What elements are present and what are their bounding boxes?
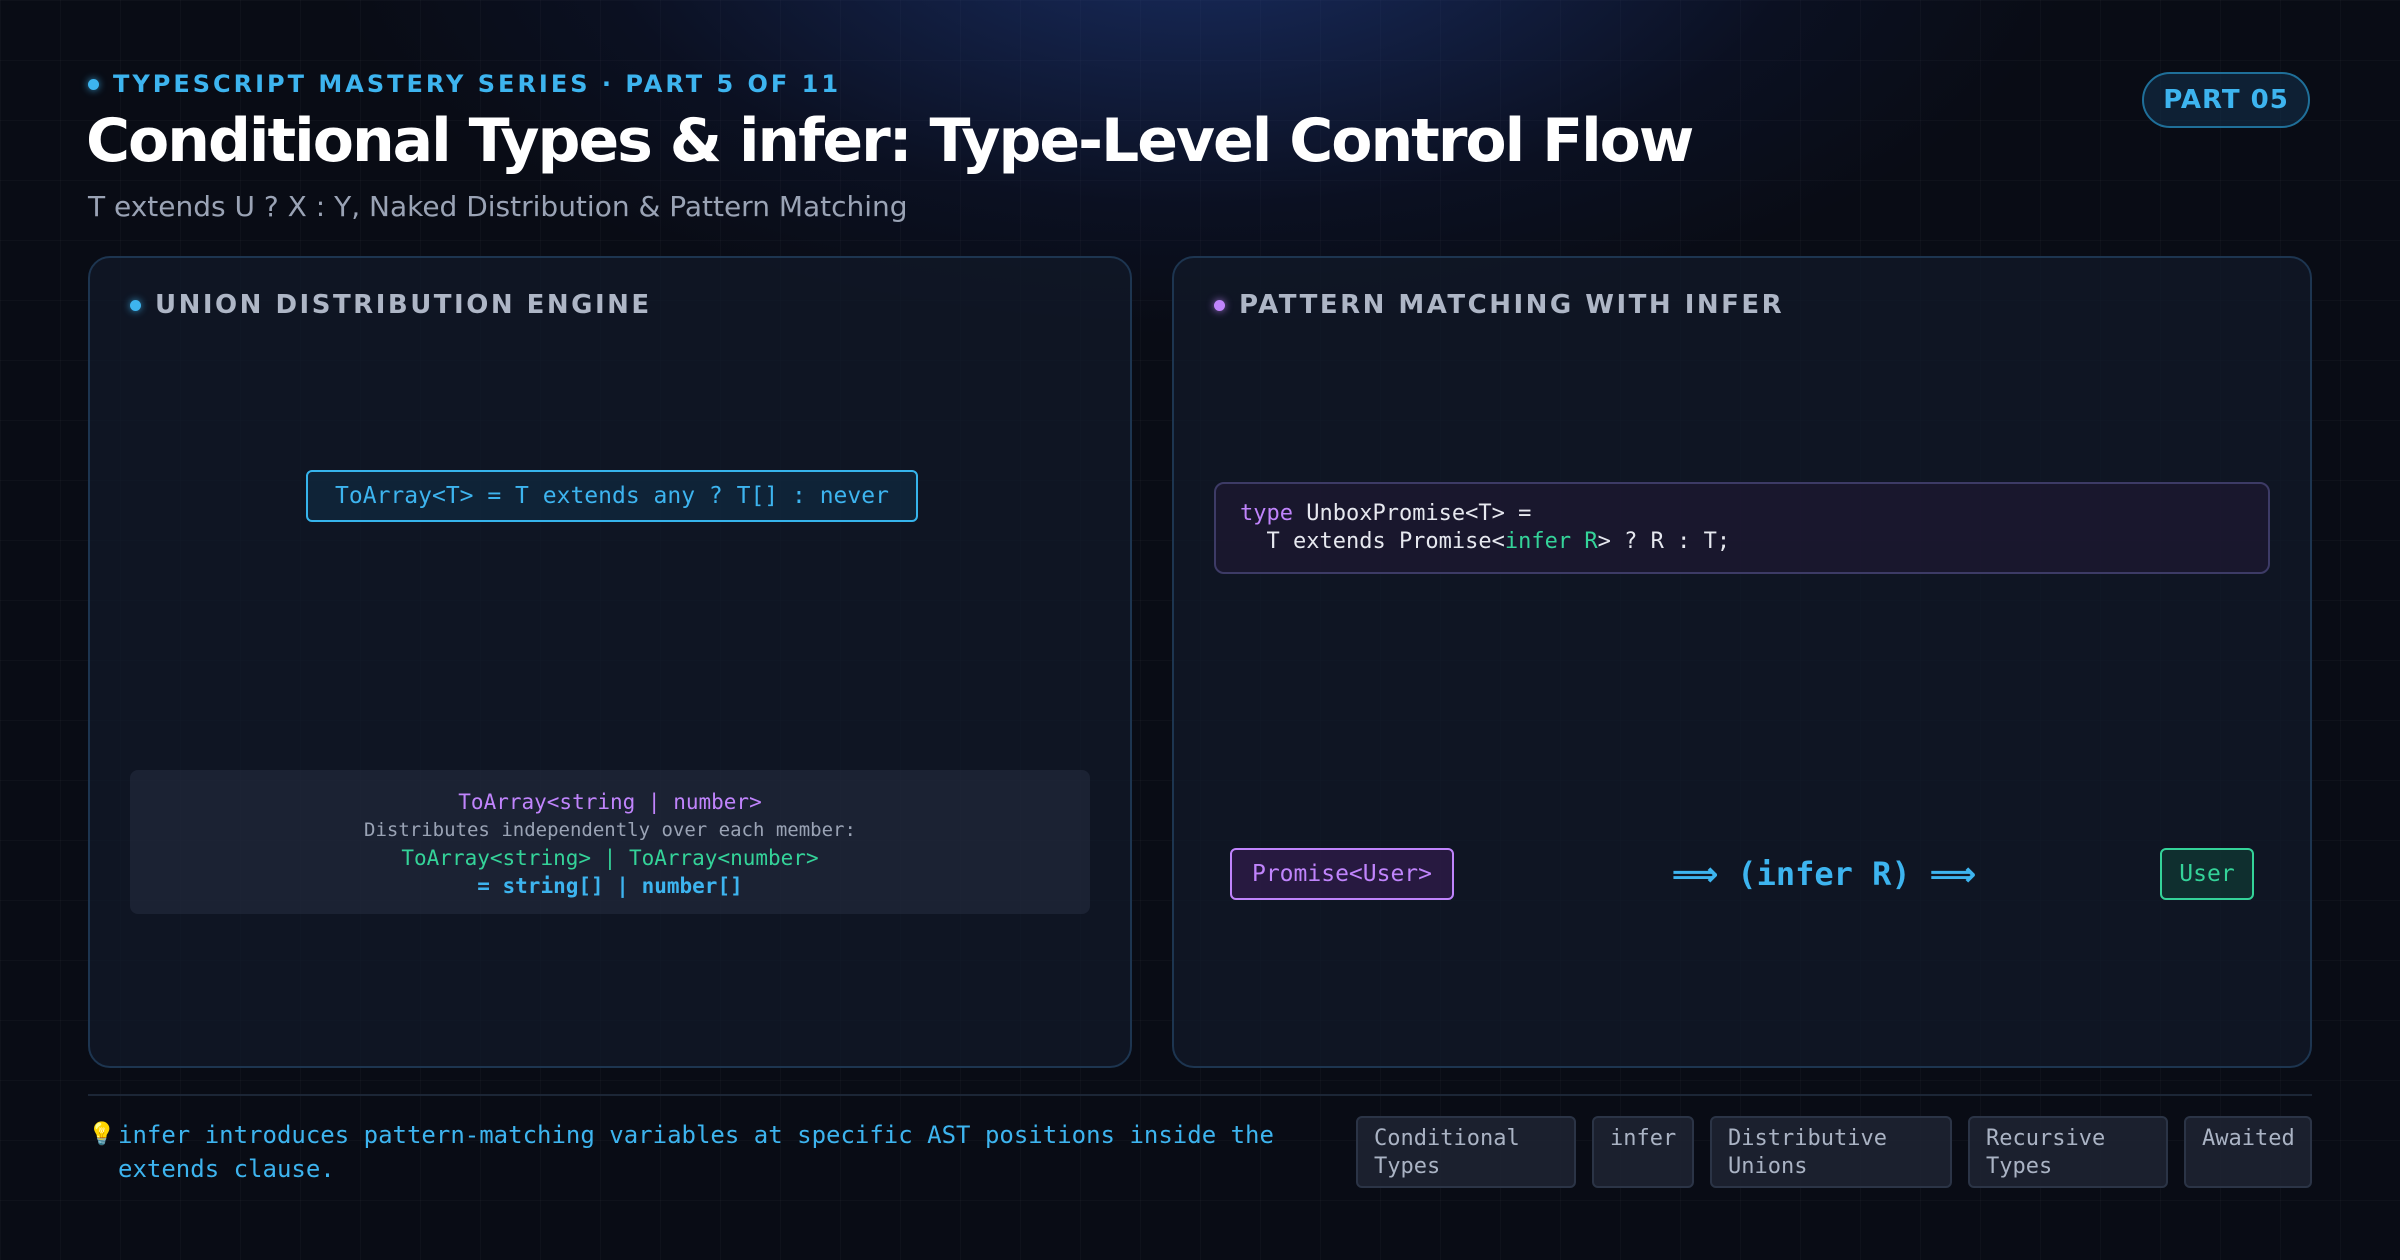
code-infer-keyword: infer R [1504, 529, 1598, 554]
topic-tag: Distributive Unions [1710, 1116, 1952, 1188]
union-distribution-panel: UNION DISTRIBUTION ENGINE ToArray<T> = T… [88, 256, 1132, 1068]
part-badge: PART 05 [2142, 72, 2310, 128]
panel-dot-icon [1214, 299, 1225, 311]
to-array-formula: ToArray<T> = T extends any ? T[] : never [306, 470, 918, 522]
page-title: Conditional Types & infer: Type-Level Co… [86, 106, 1694, 176]
tag-line: Distributive [1728, 1126, 1887, 1151]
tag-line: Types [1374, 1154, 1441, 1179]
panel-title: PATTERN MATCHING WITH INFER [1214, 290, 1784, 320]
series-eyebrow: TYPESCRIPT MASTERY SERIES · PART 5 OF 11 [88, 70, 841, 98]
lightbulb-icon: 💡 [88, 1122, 116, 1147]
panel-title-text: PATTERN MATCHING WITH INFER [1239, 290, 1785, 320]
topic-tag: Awaited [2184, 1116, 2312, 1188]
topic-tag: Conditional Types [1356, 1116, 1576, 1188]
distribution-expansion: ToArray<string> | ToArray<number> [401, 846, 819, 870]
infer-arrow-label: ⟹ (infer R) ⟹ [1672, 855, 1976, 893]
distribution-explanation: ToArray<string | number> Distributes ind… [130, 770, 1090, 914]
footer-tip: 💡 infer introduces pattern-matching vari… [88, 1118, 1318, 1186]
distribution-input: ToArray<string | number> [458, 790, 762, 814]
distribution-note: Distributes independently over each memb… [364, 819, 856, 841]
code-line-2: T extends Promise<infer R> ? R : T; [1240, 528, 2244, 556]
panel-dot-icon [130, 299, 141, 311]
tag-line: infer [1610, 1126, 1677, 1151]
user-result-chip: User [2160, 848, 2254, 900]
tag-line: Awaited [2202, 1126, 2295, 1151]
unbox-promise-code: type UnboxPromise<T> = T extends Promise… [1214, 482, 2270, 574]
panel-title-text: UNION DISTRIBUTION ENGINE [155, 290, 652, 320]
eyebrow-dot-icon [88, 78, 99, 90]
topic-tag: infer [1592, 1116, 1694, 1188]
pattern-matching-panel: PATTERN MATCHING WITH INFER type UnboxPr… [1172, 256, 2312, 1068]
distribution-result: = string[] | number[] [477, 874, 743, 898]
tag-line: Conditional [1374, 1126, 1520, 1151]
tag-line: Unions [1728, 1154, 1808, 1179]
footer-divider [88, 1094, 2312, 1096]
page-subtitle: T extends U ? X : Y, Naked Distribution … [88, 190, 908, 223]
topic-tag: Recursive Types [1968, 1116, 2168, 1188]
promise-user-chip: Promise<User> [1230, 848, 1454, 900]
tag-line: Types [1986, 1154, 2053, 1179]
eyebrow-text: TYPESCRIPT MASTERY SERIES · PART 5 OF 11 [113, 70, 842, 98]
code-line-2-end: > ? R : T; [1597, 529, 1731, 554]
panel-title: UNION DISTRIBUTION ENGINE [130, 290, 652, 320]
tip-text: infer introduces pattern-matching variab… [118, 1121, 1274, 1183]
tag-line: Recursive [1986, 1126, 2106, 1151]
code-line-1: type UnboxPromise<T> = [1240, 500, 2244, 528]
code-keyword-type: type [1240, 501, 1293, 526]
code-line-1-rest: UnboxPromise<T> = [1292, 501, 1532, 526]
code-line-2-start: T extends Promise< [1240, 529, 1505, 554]
